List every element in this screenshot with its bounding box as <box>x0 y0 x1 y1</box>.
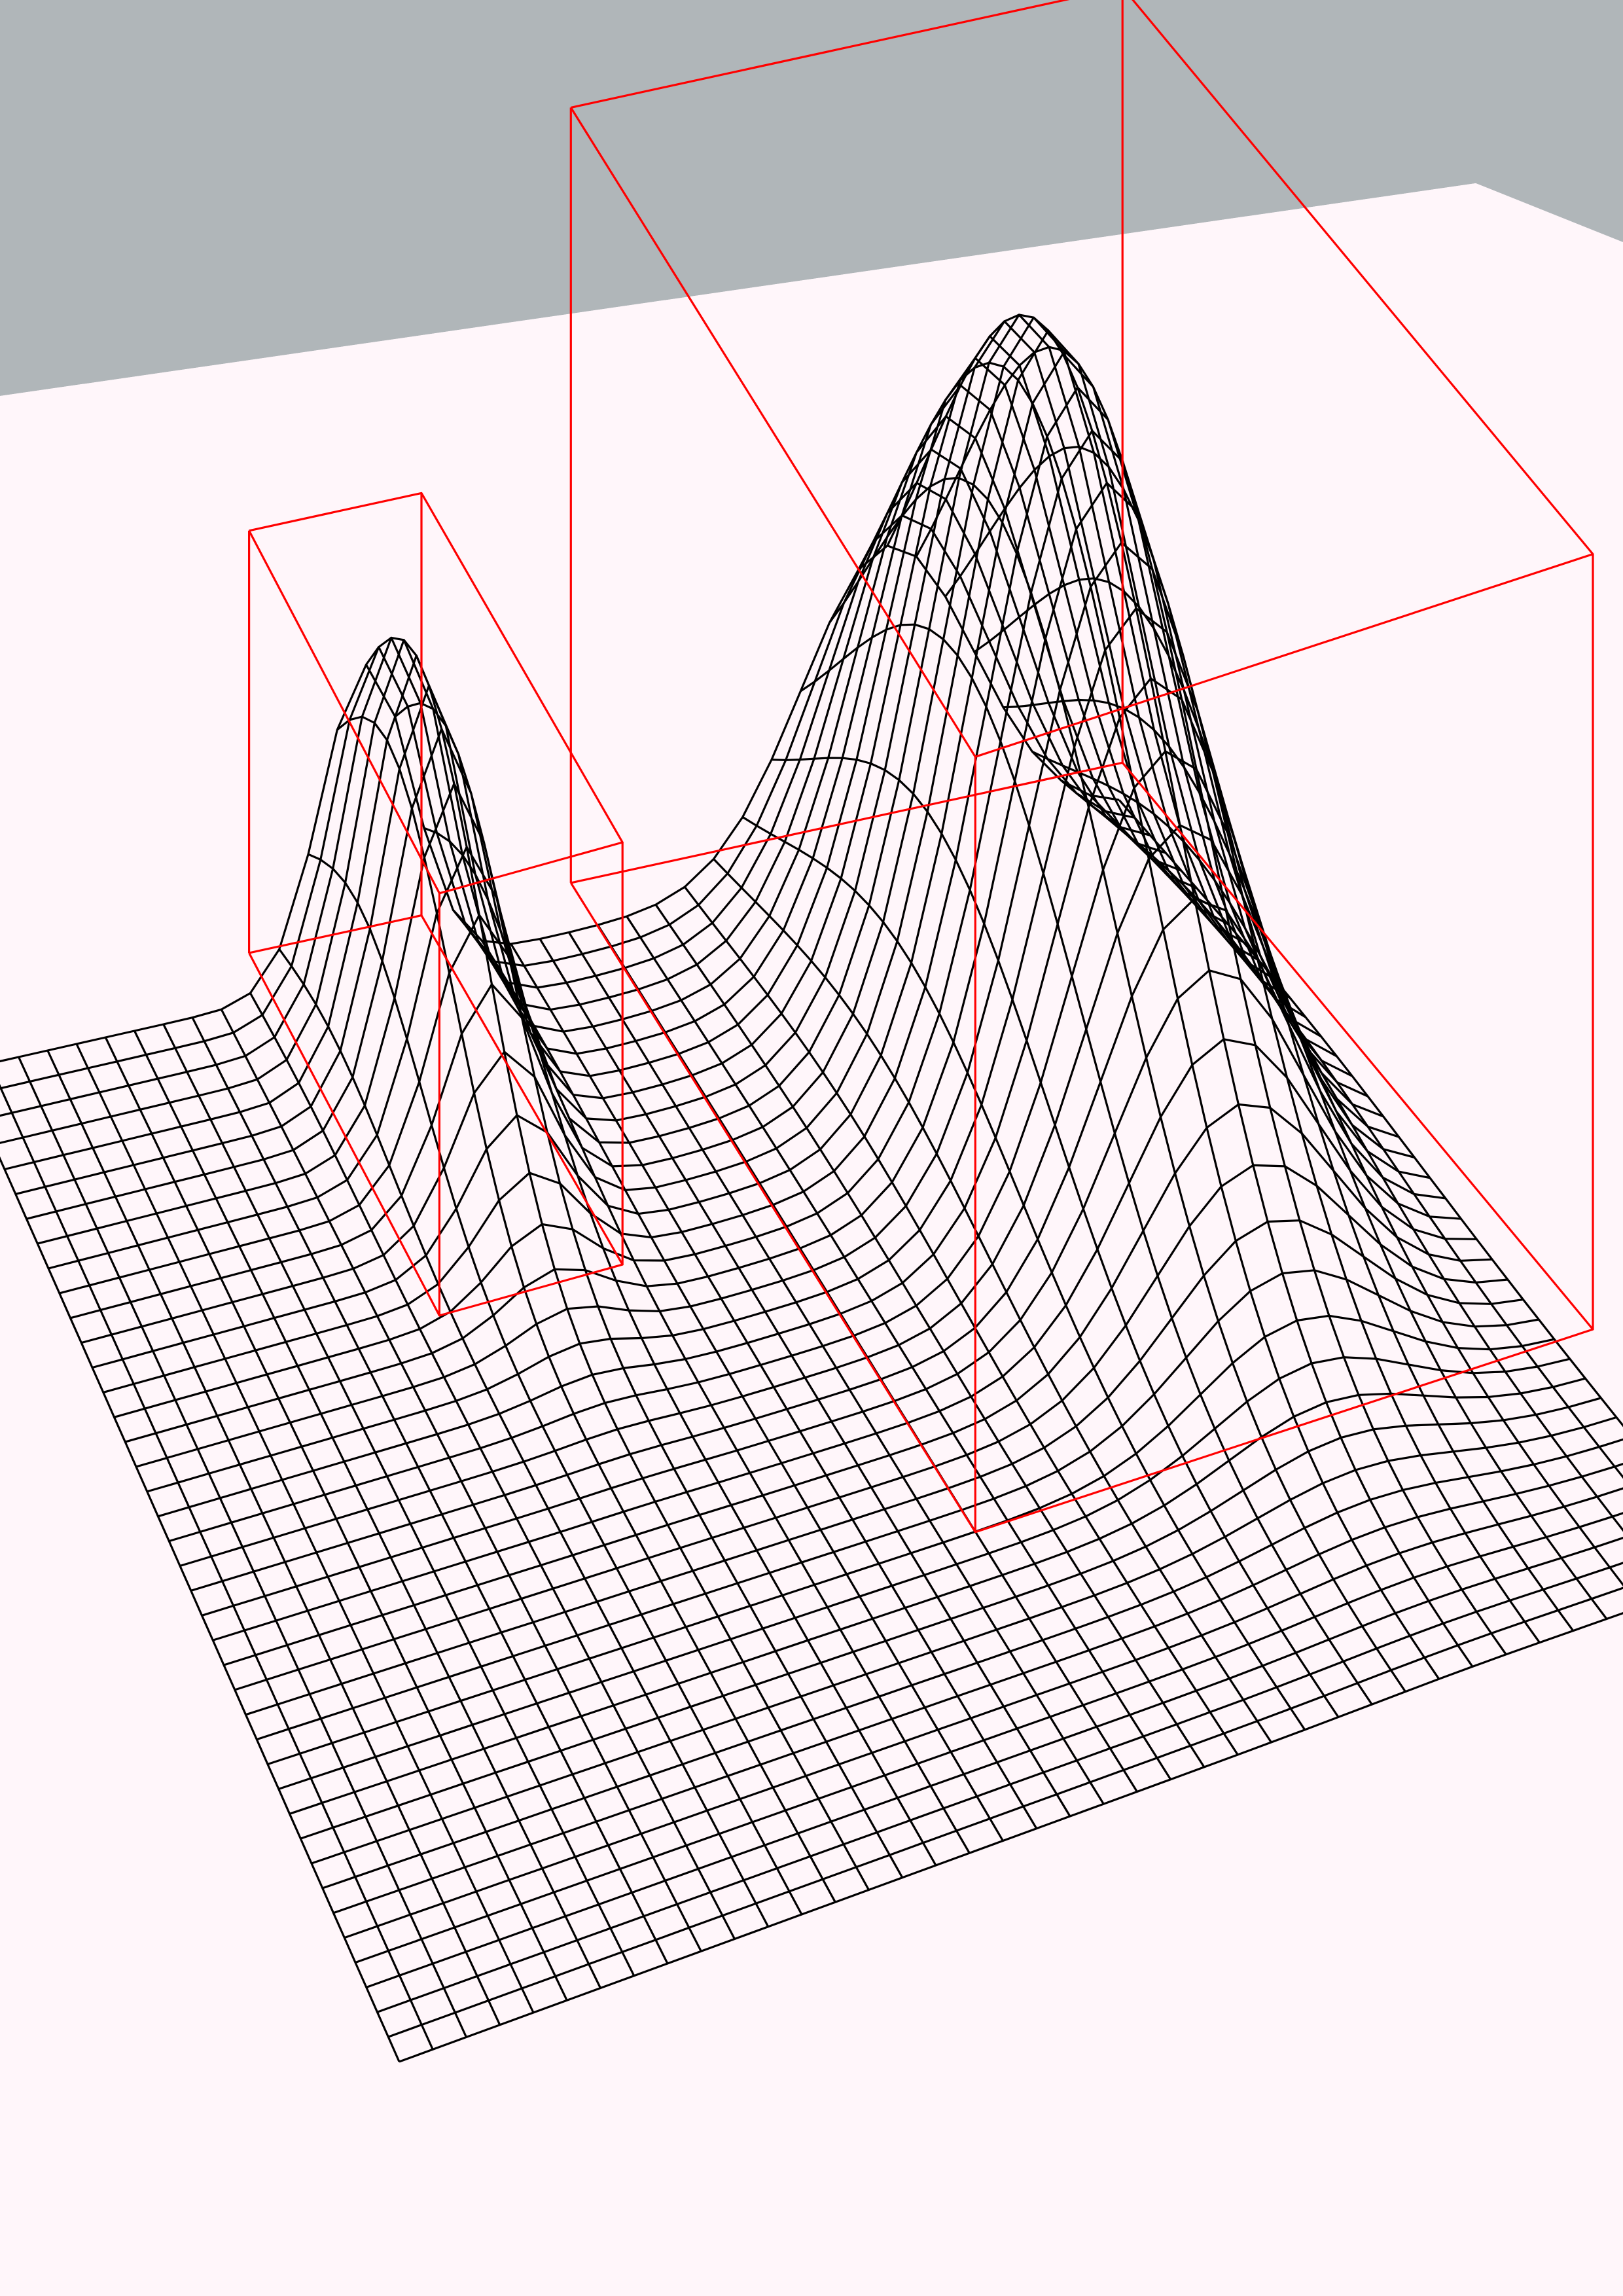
floor-plane <box>0 183 1623 2296</box>
wireframe-scene <box>0 0 1623 2296</box>
